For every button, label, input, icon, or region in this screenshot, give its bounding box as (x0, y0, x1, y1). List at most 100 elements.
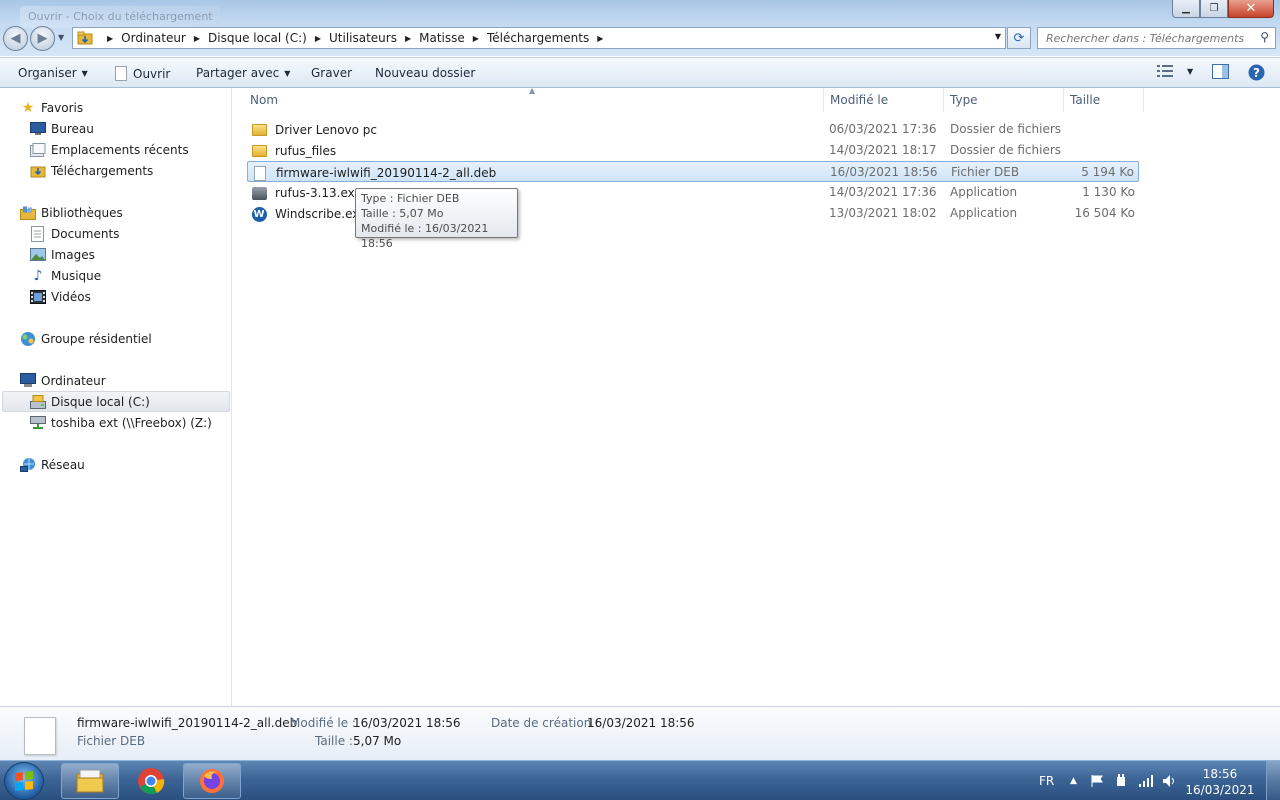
column-header-modifie[interactable]: Modifié le (824, 88, 944, 112)
view-options-button[interactable]: ▼ (1157, 64, 1193, 78)
svg-text:?: ? (1253, 66, 1260, 80)
system-clock[interactable]: 18:56 16/03/2021 (1180, 766, 1260, 798)
file-row-selected[interactable]: firmware-iwlwifi_20190114-2_all.deb 16/0… (247, 161, 1139, 182)
close-button[interactable]: ✕ (1228, 0, 1274, 18)
search-box[interactable]: ⚲ (1037, 27, 1276, 49)
nav-musique[interactable]: ♪ Musique (30, 265, 102, 286)
file-row[interactable]: rufus_files 14/03/2021 18:17 Dossier de … (247, 140, 1139, 161)
nav-label: Documents (51, 226, 120, 241)
breadcrumb-disque-local[interactable]: Disque local (C:) (208, 31, 307, 45)
nav-label: Bureau (51, 121, 94, 136)
address-bar[interactable]: ▶ Ordinateur ▶ Disque local (C:) ▶ Utili… (72, 27, 1006, 49)
taskbar-explorer-button[interactable] (61, 763, 119, 799)
ouvrir-button[interactable]: Ouvrir (115, 66, 170, 81)
breadcrumb-chevron-icon[interactable]: ▶ (597, 34, 603, 43)
taskbar-chrome-button[interactable] (122, 763, 180, 799)
firefox-icon (200, 769, 224, 793)
back-button[interactable]: ◀ (3, 26, 28, 51)
nav-telechargements[interactable]: Téléchargements (30, 160, 153, 181)
network-drive-icon (30, 415, 46, 431)
forward-button[interactable]: ▶ (30, 26, 55, 51)
breadcrumb-chevron-icon[interactable]: ▶ (315, 34, 321, 43)
details-size-value: 5,07 Mo (353, 734, 402, 748)
nav-bureau[interactable]: Bureau (30, 118, 94, 139)
column-header-taille[interactable]: Taille (1064, 88, 1144, 112)
breadcrumb-telechargements[interactable]: Téléchargements (487, 31, 589, 45)
documents-icon (30, 225, 46, 242)
taskbar-firefox-button[interactable] (183, 763, 241, 799)
maximize-icon: ❐ (1209, 3, 1219, 14)
nav-label: Disque local (C:) (51, 394, 150, 409)
help-icon: ? (1248, 64, 1265, 81)
organiser-button[interactable]: Organiser ▼ (18, 66, 88, 80)
breadcrumb-matisse[interactable]: Matisse (419, 31, 465, 45)
action-center-flag-icon[interactable] (1090, 761, 1104, 800)
breadcrumb-chevron-icon[interactable]: ▶ (405, 34, 411, 43)
help-button[interactable]: ? (1248, 64, 1265, 81)
file-size: 5 194 Ko (1081, 165, 1134, 179)
address-dropdown-icon[interactable]: ▼ (995, 32, 1001, 41)
search-icon[interactable]: ⚲ (1260, 30, 1269, 44)
nav-emplacements-recents[interactable]: Emplacements récents (30, 139, 189, 160)
breadcrumb-chevron-icon[interactable]: ▶ (194, 34, 200, 43)
nav-reseau[interactable]: Réseau (20, 454, 85, 475)
chrome-icon (138, 768, 165, 795)
search-input[interactable] (1038, 28, 1248, 48)
breadcrumb-utilisateurs[interactable]: Utilisateurs (329, 31, 397, 45)
nav-label: Musique (51, 268, 102, 283)
tooltip-type: Type : Fichier DEB (361, 192, 460, 205)
breadcrumb-ordinateur[interactable]: Ordinateur (121, 31, 186, 45)
show-desktop-button[interactable] (1266, 761, 1280, 800)
chevron-up-icon: ▲ (1070, 776, 1077, 786)
partager-label: Partager avec (196, 66, 280, 80)
start-button[interactable] (4, 762, 44, 800)
maximize-button[interactable]: ❐ (1200, 0, 1228, 18)
file-info-tooltip: Type : Fichier DEB Taille : 5,07 Mo Modi… (355, 188, 518, 250)
column-label: Nom (250, 93, 279, 107)
volume-speaker-icon[interactable] (1162, 761, 1178, 800)
partager-button[interactable]: Partager avec ▼ (196, 66, 290, 80)
graver-button[interactable]: Graver (311, 66, 352, 80)
nav-groupe-residentiel[interactable]: Groupe résidentiel (20, 328, 152, 349)
nav-bibliotheques[interactable]: Bibliothèques (20, 202, 123, 223)
show-hidden-icons-button[interactable]: ▲ (1070, 761, 1077, 800)
nav-videos[interactable]: Vidéos (30, 286, 91, 307)
libraries-icon (20, 205, 36, 221)
history-dropdown-button[interactable]: ▼ (58, 33, 64, 42)
column-label: Type (950, 93, 978, 107)
nav-disque-local[interactable]: Disque local (C:) (2, 391, 230, 412)
preview-pane-button[interactable] (1212, 64, 1229, 79)
chevron-down-icon: ▼ (58, 33, 65, 42)
nav-images[interactable]: Images (30, 244, 95, 265)
nav-documents[interactable]: Documents (30, 223, 119, 244)
details-filename: firmware-iwlwifi_20190114-2_all.deb (77, 716, 298, 730)
nav-label: Vidéos (51, 289, 91, 304)
file-name: rufus-3.13.exe (275, 186, 362, 200)
file-name: Windscribe.exe (275, 207, 367, 221)
nav-label: toshiba ext (\\Freebox) (Z:) (51, 415, 212, 430)
column-header-type[interactable]: Type (944, 88, 1064, 112)
details-modified-label: Modifié le : (290, 716, 356, 730)
file-row[interactable]: Driver Lenovo pc 06/03/2021 17:36 Dossie… (247, 119, 1139, 140)
breadcrumb-chevron-icon[interactable]: ▶ (473, 34, 479, 43)
ouvrir-label: Ouvrir (133, 66, 171, 81)
refresh-icon: ⟳ (1013, 30, 1025, 46)
nav-label: Téléchargements (51, 163, 154, 178)
wifi-signal-icon[interactable] (1138, 761, 1154, 800)
nouveau-dossier-button[interactable]: Nouveau dossier (375, 66, 475, 80)
recent-places-icon (30, 142, 46, 158)
file-type: Dossier de fichiers (950, 122, 1062, 136)
details-filetype: Fichier DEB (77, 734, 146, 748)
nav-ordinateur[interactable]: Ordinateur (20, 370, 106, 391)
power-plug-icon[interactable] (1114, 761, 1128, 800)
nav-favoris[interactable]: ★ Favoris (20, 97, 83, 118)
refresh-button[interactable]: ⟳ (1007, 27, 1031, 49)
language-indicator[interactable]: FR (1039, 761, 1054, 800)
windscribe-icon: W (251, 206, 267, 222)
file-name: rufus_files (275, 144, 337, 158)
minimize-button[interactable]: ▁ (1172, 0, 1200, 18)
breadcrumb-chevron-icon[interactable]: ▶ (107, 34, 113, 43)
file-name-cell: W Windscribe.exe (251, 206, 366, 222)
nav-toshiba-ext[interactable]: toshiba ext (\\Freebox) (Z:) (30, 412, 212, 433)
hard-drive-icon (30, 394, 46, 410)
